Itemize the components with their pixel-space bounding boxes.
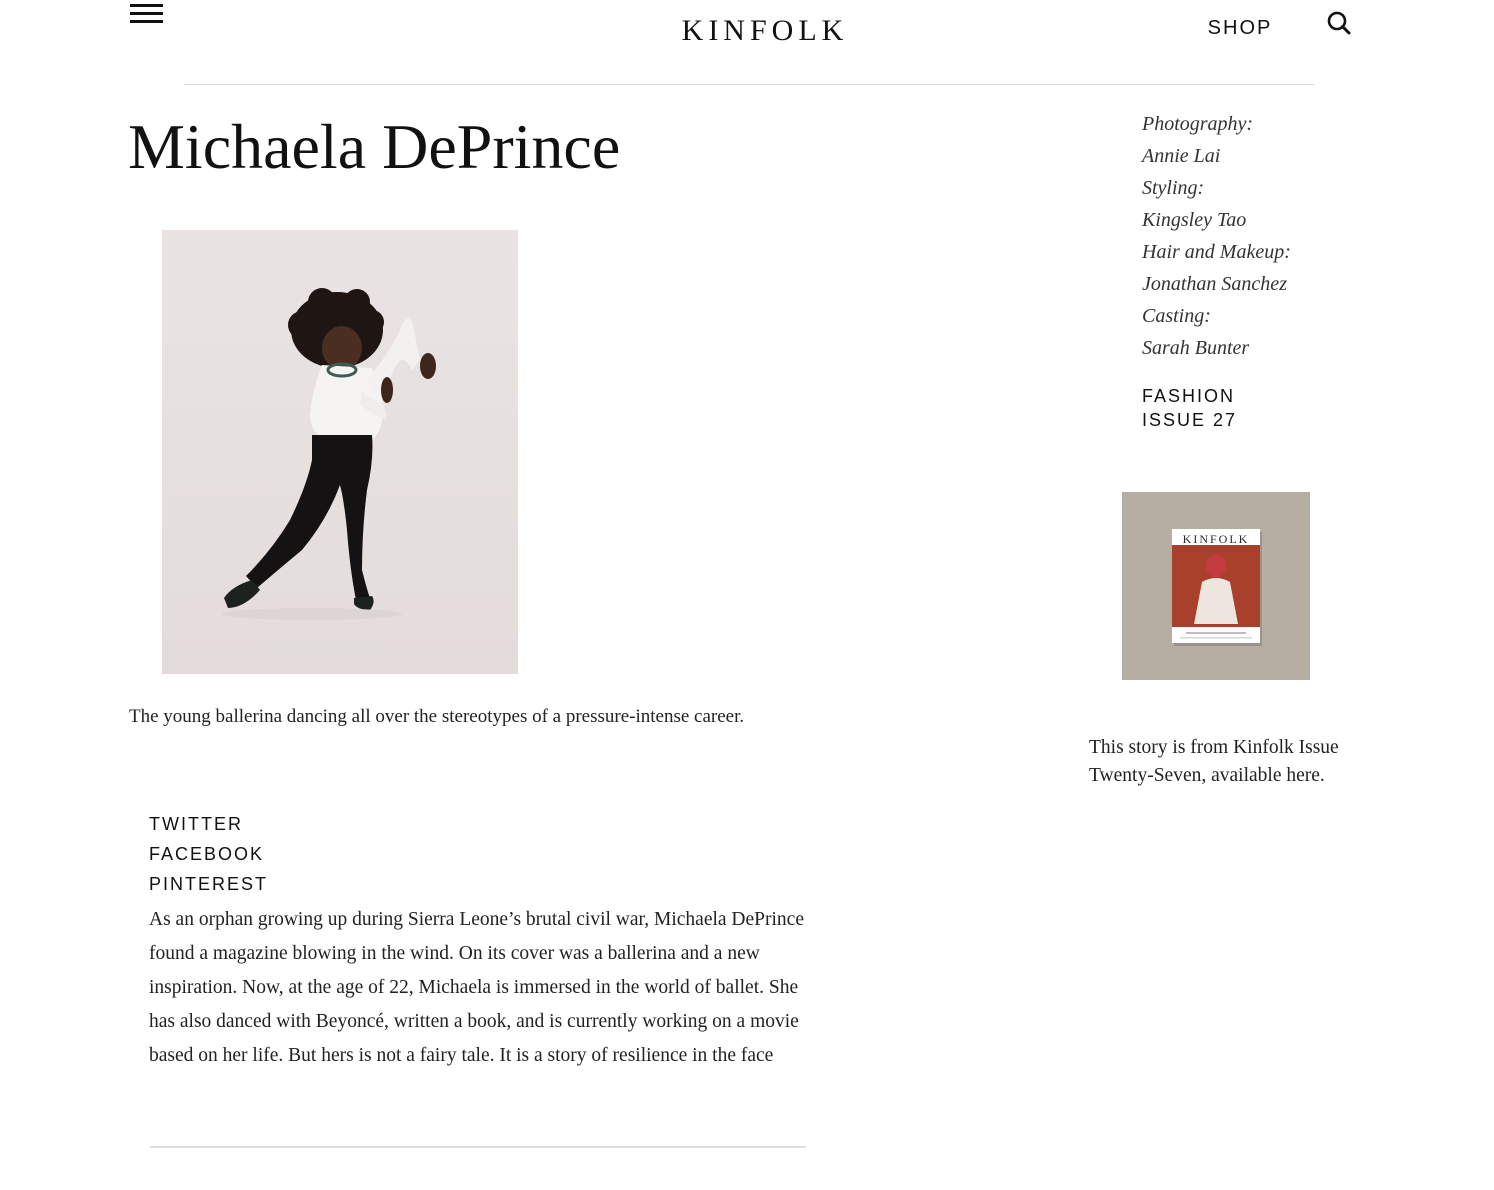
dancer-photo	[162, 230, 518, 674]
search-icon[interactable]	[1326, 10, 1352, 36]
photo-credits: Photography: Annie Lai Styling: Kingsley…	[1142, 108, 1382, 364]
credit-label: Casting:	[1142, 305, 1211, 327]
credit-name: Sarah Bunter	[1142, 337, 1250, 359]
article-title: Michaela DePrince	[128, 111, 621, 182]
issue-tag-link[interactable]: ISSUE 27	[1142, 408, 1237, 432]
facebook-share-link[interactable]: FACEBOOK	[149, 844, 264, 865]
site-logo[interactable]: KINFOLK	[560, 14, 970, 48]
cover-logo: KINFOLK	[1183, 532, 1250, 546]
issue-promo-text[interactable]: This story is from Kinfolk Issue Twenty-…	[1089, 734, 1379, 790]
article-body: As an orphan growing up during Sierra Le…	[149, 909, 804, 1066]
pinterest-share-link[interactable]: PINTEREST	[149, 874, 268, 895]
article-tags: FASHION ISSUE 27	[1142, 384, 1237, 432]
body-divider	[150, 1146, 806, 1148]
credit-label: Styling:	[1142, 177, 1205, 199]
credit-name: Annie Lai	[1142, 145, 1221, 167]
hamburger-menu-icon	[130, 4, 163, 7]
article-dek: The young ballerina dancing all over the…	[129, 706, 745, 727]
menu-button[interactable]	[130, 4, 163, 26]
credit-label: Photography:	[1142, 113, 1254, 135]
shop-link[interactable]: SHOP	[1190, 17, 1290, 40]
twitter-share-link[interactable]: TWITTER	[149, 814, 243, 835]
credit-label: Hair and Makeup:	[1142, 241, 1291, 263]
header-divider	[184, 84, 1314, 85]
credit-name: Kingsley Tao	[1142, 209, 1247, 231]
issue-cover-link[interactable]: KINFOLK	[1122, 492, 1310, 680]
credit-name: Jonathan Sanchez	[1142, 273, 1287, 295]
category-tag-link[interactable]: FASHION	[1142, 384, 1237, 408]
